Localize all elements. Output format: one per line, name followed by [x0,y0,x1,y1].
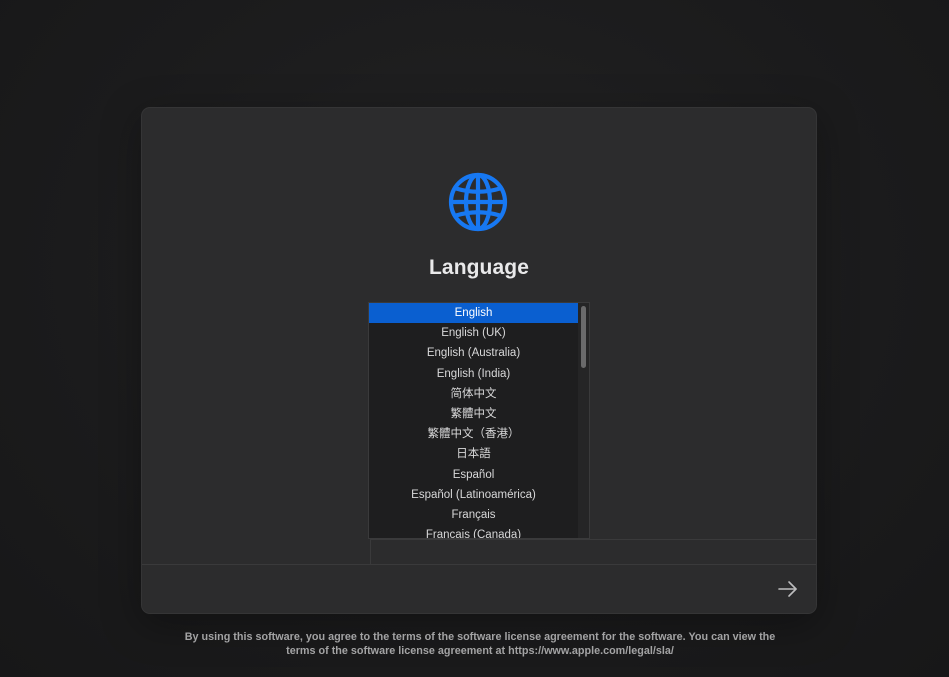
language-list-items: English English (UK) English (Australia) En… [369,303,578,538]
page-title: Language [429,256,529,279]
language-option[interactable]: English (Australia) [369,343,578,363]
setup-screen: Language English English (UK) English (Aus… [0,0,949,677]
license-notice-line-2: terms of the software license agreement … [286,645,674,657]
language-option[interactable]: Español [369,465,578,485]
language-option[interactable]: English (UK) [369,323,578,343]
language-list-scrollbar[interactable] [578,303,589,538]
language-option[interactable]: Français (Canada) [369,525,578,538]
language-option[interactable]: 繁體中文（香港） [369,424,578,444]
bottom-bar [142,564,816,613]
language-option-selected[interactable]: English [369,303,578,324]
language-panel: Language English English (UK) English (Aus… [142,108,816,613]
scrollbar-thumb[interactable] [581,306,586,368]
language-list[interactable]: English English (UK) English (Australia) En… [368,302,590,539]
globe-icon [448,172,508,232]
language-option[interactable]: 繁體中文 [369,404,578,424]
language-option[interactable]: English (India) [369,364,578,384]
language-option[interactable]: Español (Latinoamérica) [369,485,578,505]
license-notice-line-1: By using this software, you agree to the… [184,631,776,643]
language-option[interactable]: 日本語 [369,444,578,464]
list-footer-divider [370,539,816,566]
license-notice: By using this software, you agree to the… [150,630,810,658]
right-arrow-icon[interactable] [777,578,799,600]
language-option[interactable]: 简体中文 [369,384,578,404]
language-option[interactable]: Français [369,505,578,525]
